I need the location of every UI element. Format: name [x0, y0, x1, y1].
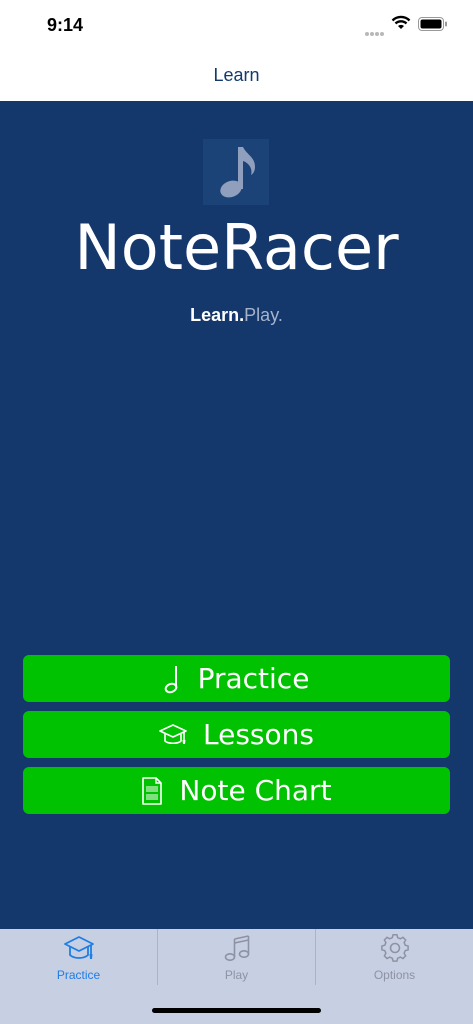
practice-button-label: Practice [197, 662, 310, 695]
main-content: NoteRacer Learn.Play. Practice Lessons N… [0, 101, 473, 929]
tab-options-label: Options [373, 968, 416, 982]
tab-bar: Practice Play Options [0, 929, 473, 1024]
nav-title: Learn [213, 65, 260, 85]
battery-icon [418, 17, 448, 36]
half-note-icon [164, 664, 182, 694]
lessons-button-label: Lessons [203, 718, 314, 751]
status-bar: 9:14 [0, 0, 473, 52]
tab-practice[interactable]: Practice [0, 929, 157, 985]
gear-icon [316, 933, 473, 967]
navigation-bar: Learn [0, 52, 473, 101]
wifi-icon [391, 15, 411, 36]
graduation-cap-icon [159, 722, 187, 748]
tab-play[interactable]: Play [158, 929, 315, 985]
tagline: Learn.Play. [0, 305, 473, 326]
tab-options[interactable]: Options [316, 929, 473, 985]
music-notes-icon [158, 934, 315, 967]
note-chart-button-label: Note Chart [179, 774, 332, 807]
tagline-learn: Learn. [190, 305, 245, 325]
status-time: 9:14 [47, 15, 84, 35]
tab-practice-label: Practice [56, 968, 101, 982]
practice-button[interactable]: Practice [23, 655, 450, 702]
lessons-button[interactable]: Lessons [23, 711, 450, 758]
graduation-cap-icon [0, 934, 157, 967]
tagline-play: Play. [244, 305, 283, 325]
sheet-document-icon [141, 776, 163, 806]
eighth-note-icon [203, 139, 269, 205]
note-chart-button[interactable]: Note Chart [23, 767, 450, 814]
signal-icon [365, 24, 385, 42]
home-indicator [152, 1008, 321, 1013]
tab-play-label: Play [224, 968, 249, 982]
app-name: NoteRacer [74, 211, 399, 284]
